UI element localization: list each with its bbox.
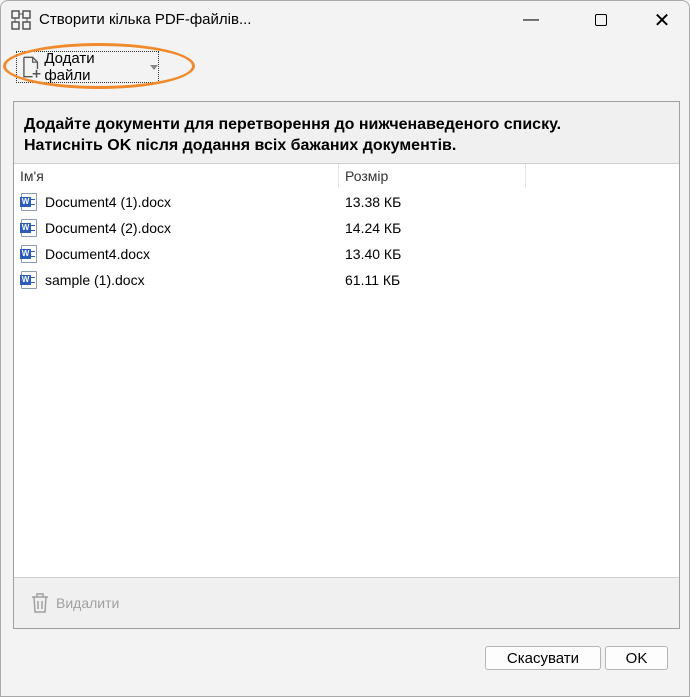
file-name: Document4 (2).docx (45, 220, 172, 236)
word-doc-icon: W (20, 219, 37, 237)
maximize-icon (595, 14, 607, 26)
table-row[interactable]: W Document4 (2).docx 14.24 КБ (14, 215, 679, 241)
close-button[interactable]: ✕ (639, 1, 685, 39)
trash-icon (32, 593, 48, 613)
file-size: 13.38 КБ (345, 194, 402, 210)
word-doc-icon: W (20, 193, 37, 211)
add-files-label: Додати файли (44, 50, 95, 84)
add-file-icon (23, 56, 41, 78)
word-doc-icon: W (20, 245, 37, 263)
dropdown-arrow-icon[interactable] (150, 64, 158, 70)
ok-button[interactable]: OK (605, 646, 668, 670)
file-size: 14.24 КБ (345, 220, 402, 236)
instruction-line-2: Натисніть OK після додання всіх бажаних … (24, 137, 457, 154)
instruction-line-1: Додайте документи для перетворення до ни… (24, 116, 562, 133)
close-icon: ✕ (653, 9, 671, 32)
table-row[interactable]: W Document4 (1).docx 13.38 КБ (14, 189, 679, 215)
delete-label: Видалити (56, 595, 120, 611)
cancel-button[interactable]: Скасувати (485, 646, 601, 670)
file-name: Document4 (1).docx (45, 194, 172, 210)
add-files-button[interactable]: Додати файли (16, 50, 159, 84)
maximize-button[interactable] (578, 1, 624, 39)
file-name: sample (1).docx (45, 272, 145, 288)
table-row[interactable]: Wsample (1).docx 61.11 КБ (14, 267, 679, 293)
table-row[interactable]: W Document4.docx 13.40 КБ (14, 241, 679, 267)
column-header-size[interactable]: Розмір (339, 164, 526, 188)
delete-button[interactable]: Видалити (30, 592, 119, 614)
minimize-button[interactable]: — (508, 1, 554, 39)
title-bar: Створити кілька PDF-файлів... — ✕ (1, 1, 689, 39)
file-size: 13.40 КБ (345, 246, 402, 262)
window-title: Створити кілька PDF-файлів... (39, 11, 252, 28)
file-size: 61.11 КБ (345, 272, 401, 288)
file-name: Document4.docx (45, 246, 151, 262)
column-header-name[interactable]: Ім'я (14, 164, 339, 188)
instructions: Додайте документи для перетворення до ни… (24, 114, 561, 156)
word-doc-icon: W (20, 271, 37, 289)
minimize-icon: — (523, 11, 539, 28)
file-list[interactable]: Ім'я Розмір W Document4 (1).docx 13.38 КБ … (14, 163, 679, 578)
dialog-window: Створити кілька PDF-файлів... — ✕ Додати… (0, 0, 690, 697)
files-panel: Додайте документи для перетворення до ни… (13, 101, 680, 629)
app-icon (11, 10, 31, 30)
